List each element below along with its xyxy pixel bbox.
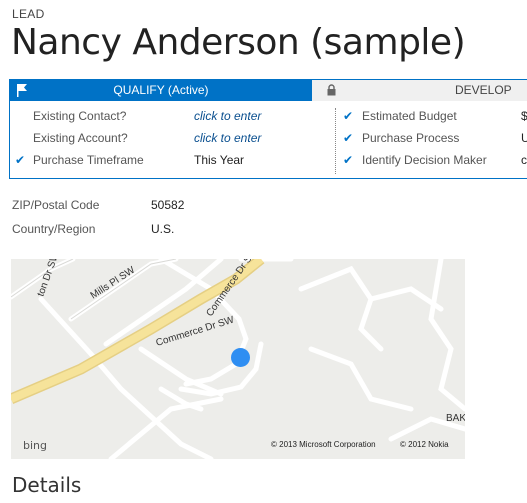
field-zip-label: ZIP/Postal Code (12, 198, 100, 212)
stage-qualify-label: QUALIFY (Active) (113, 83, 209, 97)
stage-develop-label: DEVELOP (455, 83, 512, 97)
map-street-labels: ton Dr SW Mills Pl SW Commerce Dr SW Com… (35, 259, 465, 424)
step-existing-account: Existing Account? click to enter (10, 130, 320, 146)
step-value[interactable]: U (521, 130, 527, 146)
step-existing-contact: Existing Contact? click to enter (10, 108, 320, 124)
stage-develop[interactable]: DEVELOP (312, 80, 527, 101)
lock-icon (327, 84, 336, 96)
map-copyright-nokia: © 2012 Nokia (400, 440, 449, 449)
step-purchase-timeframe: ✔ Purchase Timeframe This Year (10, 152, 320, 168)
step-value-link[interactable]: click to enter (194, 130, 261, 146)
location-pin[interactable] (231, 348, 250, 367)
street-label: BAK (446, 413, 465, 424)
map-copyright-microsoft: © 2013 Microsoft Corporation (271, 440, 376, 449)
step-label: Estimated Budget (362, 109, 457, 123)
street-label: Mills Pl SW (89, 264, 138, 301)
step-value-link[interactable]: click to enter (194, 108, 261, 124)
step-identify-decision-maker: ✔ Identify Decision Maker c (340, 152, 527, 168)
stage-qualify[interactable]: QUALIFY (Active) (10, 80, 322, 101)
step-label: Purchase Timeframe (33, 153, 144, 167)
step-label: Existing Contact? (33, 109, 127, 123)
column-divider (335, 108, 336, 174)
step-purchase-process: ✔ Purchase Process U (340, 130, 527, 146)
bing-logo: bing (23, 439, 47, 452)
business-process-bar: QUALIFY (Active) DEVELOP Existing Contac… (9, 79, 527, 179)
step-label: Existing Account? (33, 131, 128, 145)
checkmark-icon: ✔ (343, 109, 354, 123)
step-estimated-budget: ✔ Estimated Budget $ (340, 108, 527, 124)
location-map[interactable]: ton Dr SW Mills Pl SW Commerce Dr SW Com… (11, 259, 465, 459)
step-label: Identify Decision Maker (362, 153, 487, 167)
step-value[interactable]: $ (521, 108, 527, 124)
field-country-value[interactable]: U.S. (151, 222, 174, 236)
details-section-title: Details (12, 473, 82, 497)
step-value[interactable]: c (521, 152, 527, 168)
step-label: Purchase Process (362, 131, 460, 145)
entity-type-label: LEAD (12, 7, 45, 21)
field-country-label: Country/Region (12, 222, 96, 236)
step-value[interactable]: This Year (194, 152, 244, 168)
checkmark-icon: ✔ (343, 153, 354, 167)
record-title: Nancy Anderson (sample) (11, 22, 466, 63)
checkmark-icon: ✔ (343, 131, 354, 145)
checkmark-icon: ✔ (15, 153, 26, 167)
field-zip-value[interactable]: 50582 (151, 198, 184, 212)
